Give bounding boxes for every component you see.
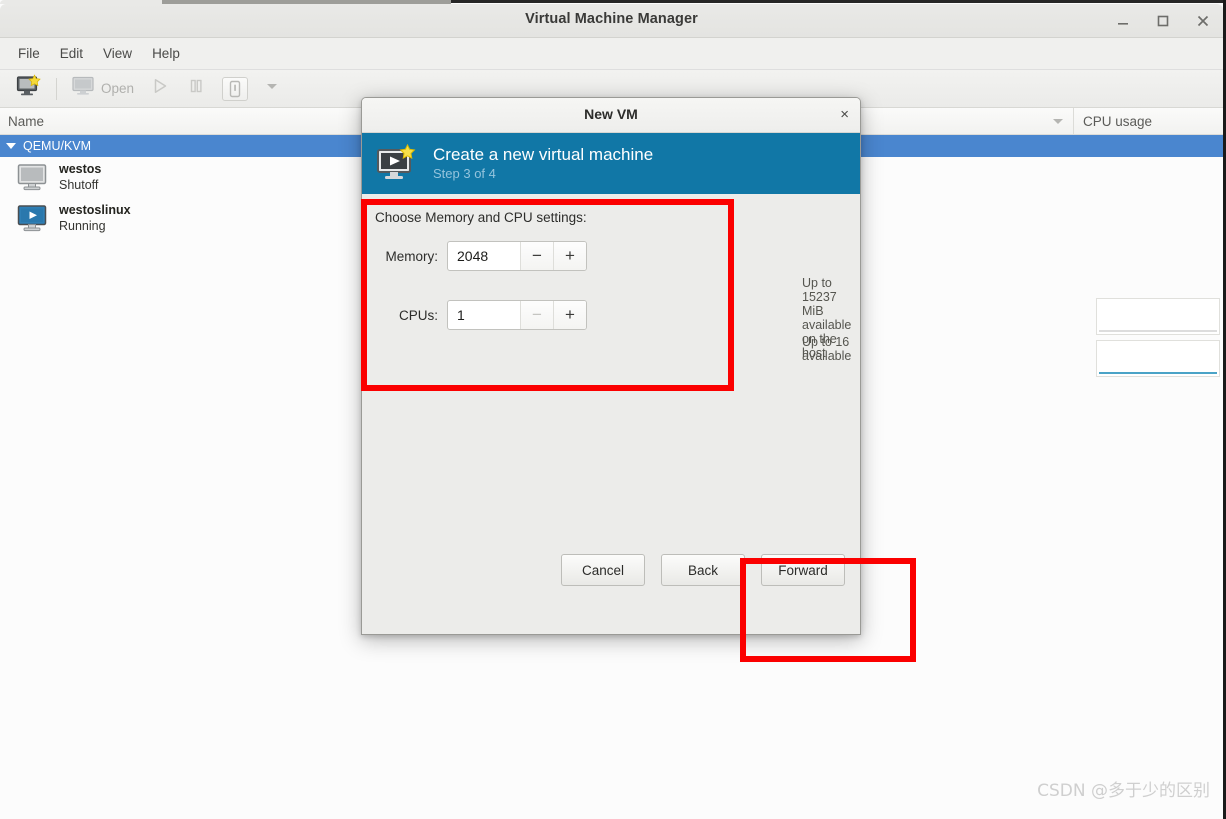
app-root: Virtual Machine Manager File Edit View H…: [0, 0, 1226, 819]
monitor-off-icon: [16, 163, 50, 193]
menubar: File Edit View Help: [0, 38, 1223, 70]
memory-stepper[interactable]: − +: [447, 241, 587, 271]
banner-title: Create a new virtual machine: [433, 145, 654, 164]
dialog-titlebar: New VM ×: [362, 98, 860, 133]
menu-help[interactable]: Help: [142, 42, 190, 65]
expander-triangle-icon[interactable]: [6, 143, 16, 149]
window-title: Virtual Machine Manager: [525, 11, 698, 27]
monitor-running-icon: [16, 204, 50, 234]
vm-row-text: westoslinux Running: [59, 203, 131, 234]
cpus-stepper[interactable]: − +: [447, 300, 587, 330]
cpus-input[interactable]: [448, 301, 520, 329]
cpu-usage-sparkline: [1096, 340, 1220, 377]
cpu-usage-trend-line: [1099, 372, 1217, 374]
pause-button[interactable]: [178, 74, 214, 104]
close-icon[interactable]: [1193, 11, 1213, 31]
vm-state: Shutoff: [59, 178, 99, 192]
form-heading: Choose Memory and CPU settings:: [375, 210, 587, 225]
monitor-icon: [71, 76, 95, 101]
sort-descending-icon[interactable]: [1053, 118, 1063, 124]
menu-file[interactable]: File: [8, 42, 50, 65]
open-label: Open: [101, 81, 135, 96]
pause-icon: [186, 76, 206, 101]
vm-row-text: westos Shutoff: [59, 162, 101, 193]
column-header-name-label: Name: [8, 113, 45, 129]
minimize-icon[interactable]: [1113, 11, 1133, 31]
new-vm-wizard-icon: [376, 143, 420, 184]
memory-field-row: Memory: − +: [375, 241, 587, 271]
play-icon: [150, 76, 170, 101]
cpus-label: CPUs:: [398, 307, 438, 323]
cpus-field-row: CPUs: − +: [375, 300, 587, 330]
back-button[interactable]: Back: [661, 554, 745, 586]
window-titlebar: Virtual Machine Manager: [0, 4, 1223, 38]
toolbar-dropdown-button[interactable]: [256, 74, 288, 104]
banner-text: Create a new virtual machine Step 3 of 4: [433, 144, 653, 183]
cpus-increment-button[interactable]: +: [553, 301, 586, 329]
cpu-usage-trend-line: [1099, 330, 1217, 332]
dialog-footer: Cancel Back Forward: [362, 539, 860, 601]
memory-input[interactable]: [448, 242, 520, 270]
dialog-banner: Create a new virtual machine Step 3 of 4: [362, 133, 860, 194]
vm-state: Running: [59, 219, 106, 233]
dialog-close-icon[interactable]: ×: [840, 107, 849, 123]
memory-increment-button[interactable]: +: [553, 242, 586, 270]
menu-edit[interactable]: Edit: [50, 42, 93, 65]
new-vm-button[interactable]: [8, 74, 50, 104]
banner-step: Step 3 of 4: [433, 166, 496, 181]
new-vm-dialog: New VM × Create a new virtual machine St…: [361, 97, 861, 635]
vm-name: westoslinux: [59, 203, 131, 217]
dialog-body: Choose Memory and CPU settings: Memory: …: [362, 194, 860, 601]
window-controls: [1113, 4, 1213, 38]
memory-decrement-button[interactable]: −: [520, 242, 553, 270]
menu-view[interactable]: View: [93, 42, 142, 65]
window-top-edge-right: [451, 0, 1223, 3]
cpu-usage-sparkline: [1096, 298, 1220, 335]
watermark: CSDN @多于少的区别: [1037, 781, 1210, 801]
shutdown-button[interactable]: [214, 74, 256, 104]
open-button[interactable]: Open: [63, 74, 142, 104]
dialog-title: New VM: [584, 106, 638, 122]
forward-button[interactable]: Forward: [761, 554, 845, 586]
toolbar-separator: [56, 77, 57, 100]
maximize-icon[interactable]: [1153, 11, 1173, 31]
memory-label: Memory:: [385, 248, 438, 264]
shutdown-icon: [222, 76, 249, 101]
vm-name: westos: [59, 162, 102, 176]
cancel-button[interactable]: Cancel: [561, 554, 645, 586]
run-button[interactable]: [142, 74, 178, 104]
column-header-cpu-usage[interactable]: CPU usage: [1074, 114, 1223, 129]
cpus-hint: Up to 16 available: [802, 335, 852, 363]
new-vm-icon: [16, 74, 42, 103]
chevron-down-icon: [264, 78, 280, 99]
connection-label: QEMU/KVM: [23, 139, 92, 153]
cpus-decrement-button: −: [520, 301, 553, 329]
